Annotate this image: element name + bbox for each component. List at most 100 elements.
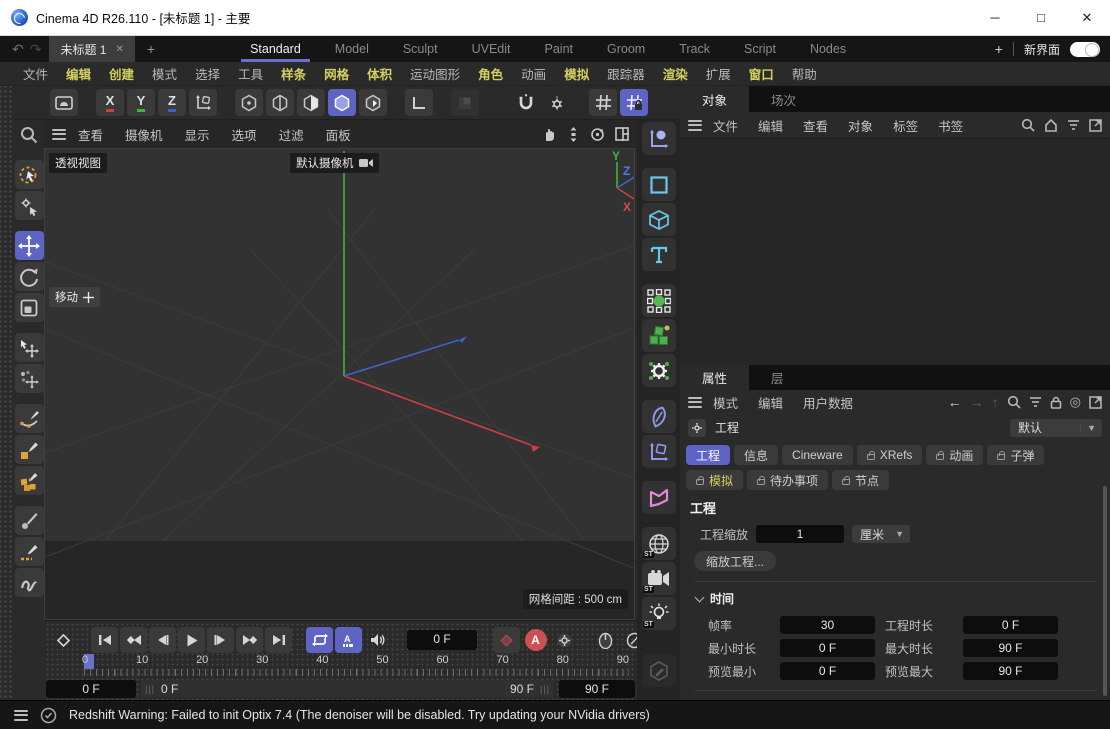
autokey-record-button[interactable]: A xyxy=(522,627,549,653)
om-menu-view[interactable]: 查看 xyxy=(794,116,837,135)
lock-y-axis-button[interactable]: Y xyxy=(127,89,155,116)
attr-tab-bullet[interactable]: 子弹 xyxy=(987,445,1044,465)
viewport-menu-filter[interactable]: 过滤 xyxy=(269,125,314,144)
multi-transform-tool-icon[interactable] xyxy=(15,364,44,393)
menu-mesh[interactable]: 网格 xyxy=(315,64,358,83)
camera-label[interactable]: 默认摄像机 xyxy=(290,153,379,173)
layout-tab-script[interactable]: Script xyxy=(727,36,793,62)
timeline-ruler[interactable]: 0102030405060708090 xyxy=(80,654,631,668)
time-section-header[interactable]: 时间 xyxy=(696,590,1100,607)
redo-icon[interactable]: ↷ xyxy=(30,41,42,58)
sound-button[interactable] xyxy=(364,627,391,653)
document-tab[interactable]: 未标题 1 ✕ xyxy=(49,36,134,62)
add-layout-button[interactable]: + xyxy=(995,41,1003,57)
menu-volume[interactable]: 体积 xyxy=(358,64,401,83)
menu-spline[interactable]: 样条 xyxy=(272,64,315,83)
menu-character[interactable]: 角色 xyxy=(469,64,512,83)
viewport-menu-options[interactable]: 选项 xyxy=(222,125,267,144)
menu-mode[interactable]: 模式 xyxy=(143,64,186,83)
dolly-icon[interactable] xyxy=(567,127,580,142)
fps-field[interactable]: 30 xyxy=(780,616,875,634)
camera-object-icon[interactable]: ST xyxy=(642,562,676,595)
om-search-icon[interactable] xyxy=(1021,118,1035,132)
rectangle-spline-icon[interactable] xyxy=(642,168,676,201)
workplane-icon[interactable] xyxy=(405,89,433,116)
current-frame-field[interactable]: 0 F xyxy=(407,630,477,650)
play-button[interactable] xyxy=(178,627,205,653)
view-label[interactable]: 透视视图 xyxy=(49,153,107,173)
layout-tab-paint[interactable]: Paint xyxy=(528,36,591,62)
am-lock-icon[interactable] xyxy=(1050,396,1062,409)
menu-extensions[interactable]: 扩展 xyxy=(697,64,740,83)
am-menu-mode[interactable]: 模式 xyxy=(704,393,747,412)
menu-render[interactable]: 渲染 xyxy=(654,64,697,83)
attr-tab-todo[interactable]: 待办事项 xyxy=(747,470,828,490)
toggle-panels-icon[interactable] xyxy=(615,127,629,141)
find-tool-icon[interactable] xyxy=(15,120,44,149)
attr-tab-info[interactable]: 信息 xyxy=(734,445,778,465)
simulate-gear-icon[interactable] xyxy=(642,354,676,387)
attr-tab-animation[interactable]: 动画 xyxy=(926,445,983,465)
next-frame-button[interactable] xyxy=(207,627,234,653)
orbit-icon[interactable] xyxy=(590,127,605,142)
sculpt-squiggle-tool-icon[interactable] xyxy=(15,568,44,597)
close-button[interactable]: ✕ xyxy=(1064,0,1110,35)
attr-tab-project[interactable]: 工程 xyxy=(686,445,730,465)
keyframe-record-diamond-icon[interactable] xyxy=(493,627,520,653)
menu-simulate[interactable]: 模拟 xyxy=(555,64,598,83)
am-back-icon[interactable]: ← xyxy=(948,394,962,410)
range-left-handle[interactable]: ||| xyxy=(145,684,155,694)
menu-edit[interactable]: 编辑 xyxy=(57,64,100,83)
cube-primitive-icon[interactable] xyxy=(642,203,676,236)
layout-tab-groom[interactable]: Groom xyxy=(590,36,662,62)
previous-frame-button[interactable] xyxy=(149,627,176,653)
menu-file[interactable]: 文件 xyxy=(14,64,57,83)
sketch-pen-tool-icon[interactable] xyxy=(15,435,44,464)
menu-animate[interactable]: 动画 xyxy=(512,64,555,83)
am-target-icon[interactable]: ◎ xyxy=(1070,394,1081,410)
minimize-button[interactable]: ─ xyxy=(972,0,1018,35)
viewport-menu-panel[interactable]: 面板 xyxy=(316,125,361,144)
edges-mode-icon[interactable] xyxy=(266,89,294,116)
om-menu-edit[interactable]: 编辑 xyxy=(749,116,792,135)
menu-select[interactable]: 选择 xyxy=(186,64,229,83)
brush-tool-icon[interactable] xyxy=(15,506,44,535)
quantize-grid-lock-icon[interactable] xyxy=(620,89,648,116)
live-selection-tool-icon[interactable] xyxy=(15,160,44,189)
sky-object-icon[interactable]: ST xyxy=(642,527,676,560)
field-object-icon[interactable] xyxy=(642,284,676,317)
previous-key-button[interactable] xyxy=(120,627,147,653)
isolate-icon[interactable] xyxy=(451,89,479,116)
rotate-tool-icon[interactable] xyxy=(15,262,44,291)
attr-tab-nodes[interactable]: 节点 xyxy=(832,470,889,490)
om-menu-file[interactable]: 文件 xyxy=(704,116,747,135)
menu-create[interactable]: 创建 xyxy=(100,64,143,83)
am-hamburger-icon[interactable] xyxy=(688,397,702,408)
attribute-scrollbar[interactable] xyxy=(1103,486,1107,696)
points-mode-icon[interactable] xyxy=(235,89,263,116)
polygons-mode-icon[interactable] xyxy=(297,89,325,116)
menu-mograph[interactable]: 运动图形 xyxy=(401,64,469,83)
viewport-menu-display[interactable]: 显示 xyxy=(175,125,220,144)
palette-drag-handle[interactable] xyxy=(0,86,14,700)
viewport-canvas[interactable]: Y Z X 透视视图 默认摄像机 移动 网格间距 : 500 cm xyxy=(44,148,635,620)
new-interface-label[interactable]: 新界面 xyxy=(1024,41,1060,58)
preview-range-bar[interactable]: ||| 0 F 90 F ||| xyxy=(141,680,554,697)
project-scale-field[interactable]: 1 xyxy=(756,525,844,543)
scale-project-button[interactable]: 缩放工程... xyxy=(694,551,776,571)
pen-dashed-tool-icon[interactable] xyxy=(15,537,44,566)
cursor-transform-tool-icon[interactable] xyxy=(15,333,44,362)
viewport-menu-view[interactable]: 查看 xyxy=(68,125,113,144)
om-filter-icon[interactable] xyxy=(1067,119,1080,131)
menu-help[interactable]: 帮助 xyxy=(783,64,826,83)
autokey-all-button[interactable]: A xyxy=(335,627,362,653)
texture-mode-icon[interactable] xyxy=(359,89,387,116)
light-object-icon[interactable]: ST xyxy=(642,597,676,630)
range-start-field[interactable]: 0 F xyxy=(46,680,136,698)
attr-tab-xrefs[interactable]: XRefs xyxy=(857,445,923,465)
unit-dropdown[interactable]: 厘米▼ xyxy=(852,525,910,543)
model-mode-icon[interactable] xyxy=(328,89,356,116)
preset-dropdown[interactable]: 默认▼ xyxy=(1010,419,1102,437)
render-view-icon[interactable] xyxy=(50,89,78,116)
range-end-field[interactable]: 90 F xyxy=(559,680,635,698)
